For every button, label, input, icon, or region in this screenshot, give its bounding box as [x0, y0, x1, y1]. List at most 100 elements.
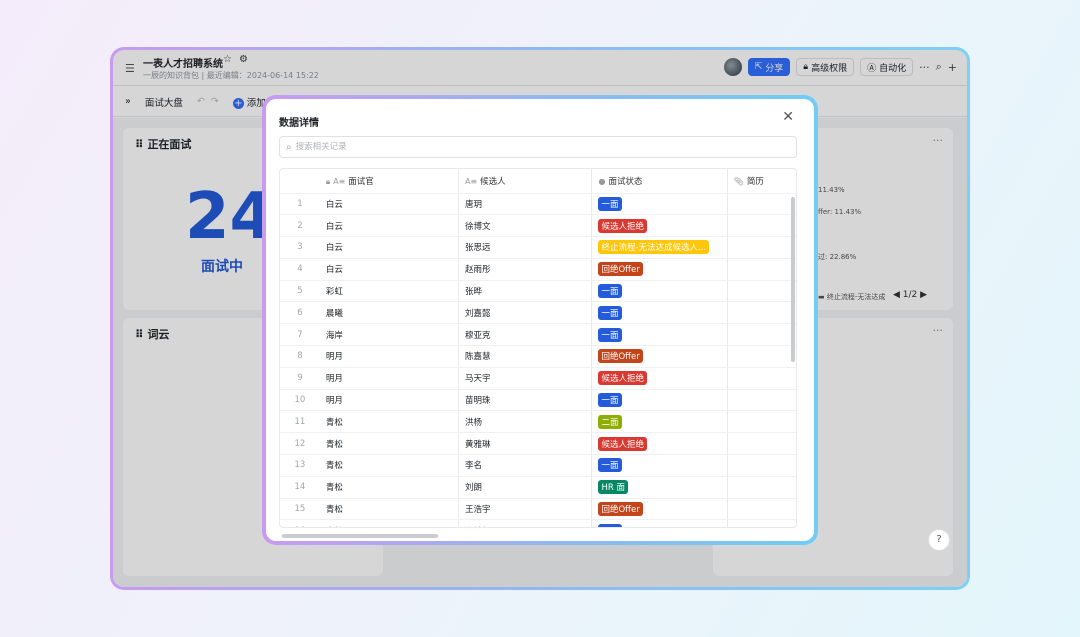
status-cell[interactable]: 一面	[591, 280, 728, 303]
table-row[interactable]: 1 白云 唐玥 一面	[280, 193, 796, 216]
resume-cell[interactable]	[727, 367, 796, 390]
status-cell[interactable]: 回绝Offer	[591, 345, 728, 368]
interviewer-cell[interactable]: 青松	[319, 410, 459, 434]
status-cell[interactable]: 一面	[591, 193, 728, 216]
candidate-cell[interactable]: 陈嘉慧	[458, 345, 593, 368]
table-row[interactable]: 5 彩虹 张晔 一面	[280, 280, 796, 303]
resume-cell[interactable]	[727, 301, 796, 325]
table-row[interactable]: 3 白云 张思远 终止流程-无法达成候选人...	[280, 236, 796, 259]
table-row[interactable]: 15 青松 王浩宇 回绝Offer	[280, 498, 796, 521]
candidate-cell[interactable]: 李名	[458, 454, 593, 477]
status-cell[interactable]: 终止流程-无法达成候选人...	[591, 236, 728, 259]
table-row[interactable]: 14 青松 刘朗 HR 面	[280, 476, 796, 499]
resume-cell[interactable]	[727, 498, 796, 521]
table-row[interactable]: 13 青松 李名 一面	[280, 454, 796, 477]
row-number: 2	[280, 214, 320, 238]
row-number: 7	[280, 323, 320, 347]
candidate-cell[interactable]: 穆亚克	[458, 323, 593, 347]
row-number: 11	[280, 410, 320, 434]
status-cell[interactable]: 候选人拒绝	[591, 367, 728, 390]
table-row[interactable]: 6 晨曦 刘嘉懿 一面	[280, 301, 796, 325]
interviewer-cell[interactable]: 青松	[319, 476, 459, 499]
table-row[interactable]: 10 明月 苗明珠 一面	[280, 389, 796, 412]
interviewer-cell[interactable]: 明月	[319, 389, 459, 412]
table-row[interactable]: 8 明月 陈嘉慧 回绝Offer	[280, 345, 796, 368]
status-badge: 一面	[598, 458, 622, 473]
table-row[interactable]: 9 明月 马天宇 候选人拒绝	[280, 367, 796, 390]
candidate-cell[interactable]: 黄雅琳	[458, 432, 593, 456]
interviewer-cell[interactable]: 彩虹	[319, 280, 459, 303]
candidate-cell[interactable]: 张思远	[458, 236, 593, 259]
status-cell[interactable]: 一面	[591, 454, 728, 477]
resume-cell[interactable]	[727, 280, 796, 303]
table-row[interactable]: 2 白云 徐博文 候选人拒绝	[280, 214, 796, 238]
candidate-cell[interactable]: 张晔	[458, 280, 593, 303]
close-icon[interactable]: ✕	[782, 109, 794, 125]
status-cell[interactable]: 二面	[591, 410, 728, 434]
candidate-cell[interactable]: 刘朗	[458, 476, 593, 499]
search-input[interactable]	[295, 142, 776, 152]
table-row[interactable]: 11 青松 洪杨 二面	[280, 410, 796, 434]
help-button[interactable]: ?	[928, 529, 950, 551]
row-number: 12	[280, 432, 320, 456]
resume-cell[interactable]	[727, 323, 796, 347]
interviewer-cell[interactable]: 青松	[319, 519, 459, 527]
interviewer-cell[interactable]: 青松	[319, 454, 459, 477]
column-header-interviewer[interactable]: 🔒︎ A≡ 面试官	[319, 169, 459, 194]
interviewer-cell[interactable]: 晨曦	[319, 301, 459, 325]
resume-cell[interactable]	[727, 236, 796, 259]
status-cell[interactable]: 候选人拒绝	[591, 214, 728, 238]
interviewer-cell[interactable]: 海岸	[319, 323, 459, 347]
status-cell[interactable]: 一面	[591, 389, 728, 412]
interviewer-cell[interactable]: 青松	[319, 432, 459, 456]
attachment-icon: 📎︎	[733, 176, 744, 186]
interviewer-cell[interactable]: 明月	[319, 367, 459, 390]
resume-cell[interactable]	[727, 454, 796, 477]
resume-cell[interactable]	[727, 410, 796, 434]
interviewer-cell[interactable]: 白云	[319, 258, 459, 281]
resume-cell[interactable]	[727, 389, 796, 412]
resume-cell[interactable]	[727, 214, 796, 238]
candidate-cell[interactable]: 苗明珠	[458, 389, 593, 412]
candidate-cell[interactable]: 马天宇	[458, 367, 593, 390]
interviewer-cell[interactable]: 青松	[319, 498, 459, 521]
candidate-cell[interactable]: 张柏凯	[458, 519, 593, 527]
interviewer-cell[interactable]: 白云	[319, 236, 459, 259]
candidate-cell[interactable]: 赵雨彤	[458, 258, 593, 281]
resume-cell[interactable]	[727, 432, 796, 456]
candidate-cell[interactable]: 徐博文	[458, 214, 593, 238]
column-header-status[interactable]: ● 面试状态	[591, 169, 728, 194]
status-cell[interactable]: 一面	[591, 301, 728, 325]
resume-cell[interactable]	[727, 193, 796, 216]
candidate-cell[interactable]: 刘嘉懿	[458, 301, 593, 325]
interviewer-cell[interactable]: 白云	[319, 193, 459, 216]
table-row[interactable]: 4 白云 赵雨彤 回绝Offer	[280, 258, 796, 281]
resume-cell[interactable]	[727, 345, 796, 368]
status-badge: 一面	[598, 284, 622, 299]
search-icon: ⌕	[286, 141, 292, 153]
table-row[interactable]: 16 青松 张柏凯 一面	[280, 519, 796, 527]
status-cell[interactable]: 一面	[591, 519, 728, 527]
table-row[interactable]: 7 海岸 穆亚克 一面	[280, 323, 796, 347]
row-number: 16	[280, 519, 320, 527]
row-number: 10	[280, 389, 320, 412]
status-cell[interactable]: 候选人拒绝	[591, 432, 728, 456]
candidate-cell[interactable]: 洪杨	[458, 410, 593, 434]
resume-cell[interactable]	[727, 519, 796, 527]
vertical-scrollbar[interactable]	[791, 197, 795, 362]
candidate-cell[interactable]: 唐玥	[458, 193, 593, 216]
column-header-candidate[interactable]: A≡ 候选人	[458, 169, 593, 194]
column-header-resume[interactable]: 📎︎ 简历	[727, 169, 796, 194]
resume-cell[interactable]	[727, 258, 796, 281]
text-field-icon: A≡	[464, 176, 478, 186]
resume-cell[interactable]	[727, 476, 796, 499]
table-row[interactable]: 12 青松 黄雅琳 候选人拒绝	[280, 432, 796, 456]
status-cell[interactable]: 回绝Offer	[591, 258, 728, 281]
horizontal-scrollbar[interactable]	[282, 534, 438, 538]
interviewer-cell[interactable]: 明月	[319, 345, 459, 368]
status-cell[interactable]: 一面	[591, 323, 728, 347]
status-cell[interactable]: HR 面	[591, 476, 728, 499]
candidate-cell[interactable]: 王浩宇	[458, 498, 593, 521]
interviewer-cell[interactable]: 白云	[319, 214, 459, 238]
status-cell[interactable]: 回绝Offer	[591, 498, 728, 521]
